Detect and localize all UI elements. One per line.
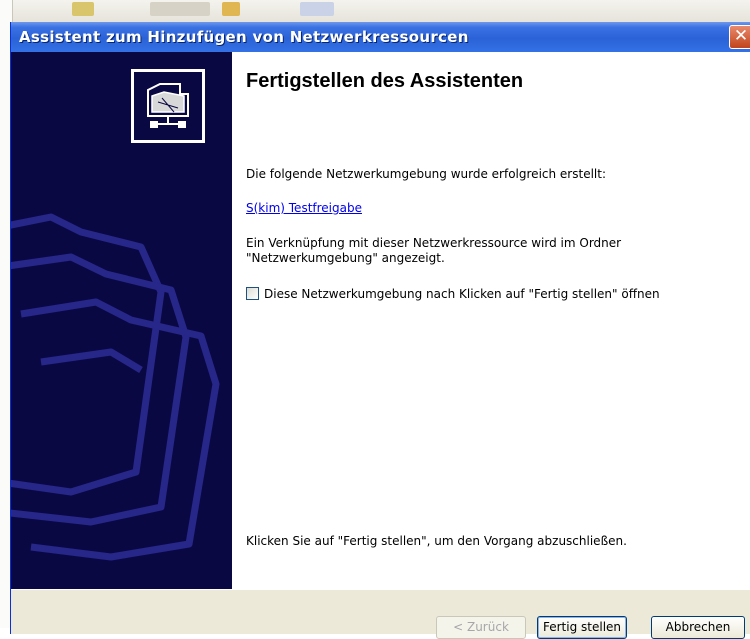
wizard-content: Fertigstellen des Assistenten Die folgen…	[232, 52, 750, 589]
close-button[interactable]: ✕	[729, 25, 750, 49]
background-icon	[150, 2, 210, 16]
background-icon	[222, 2, 240, 16]
background-icon	[72, 2, 94, 16]
window-title: Assistent zum Hinzufügen von Netzwerkres…	[19, 28, 469, 46]
background-toolbar-strip	[0, 0, 750, 24]
shortcut-info-line-1: Ein Verknüpfung mit dieser Netzwerkresso…	[246, 236, 622, 250]
close-icon: ✕	[733, 26, 749, 46]
wizard-side-panel	[11, 52, 232, 589]
open-after-finish-option[interactable]: Diese Netzwerkumgebung nach Klicken auf …	[246, 283, 660, 302]
open-after-finish-label[interactable]: Diese Netzwerkumgebung nach Klicken auf …	[264, 287, 660, 301]
button-bar: < Zurück Fertig stellen Abbrechen	[11, 589, 750, 639]
shortcut-info-line-2: "Netzwerkumgebung" angezeigt.	[246, 251, 445, 265]
title-bar[interactable]: Assistent zum Hinzufügen von Netzwerkres…	[11, 22, 750, 52]
wizard-dialog: Assistent zum Hinzufügen von Netzwerkres…	[10, 22, 750, 639]
resource-link[interactable]: S(kim) Testfreigabe	[246, 201, 362, 216]
created-text: Die folgende Netzwerkumgebung wurde erfo…	[246, 167, 606, 181]
open-after-finish-checkbox[interactable]	[246, 287, 259, 300]
background-icon	[300, 2, 334, 16]
page-title: Fertigstellen des Assistenten	[246, 70, 524, 92]
network-folder-icon	[131, 69, 205, 143]
finish-hint: Klicken Sie auf "Fertig stellen", um den…	[246, 534, 627, 548]
